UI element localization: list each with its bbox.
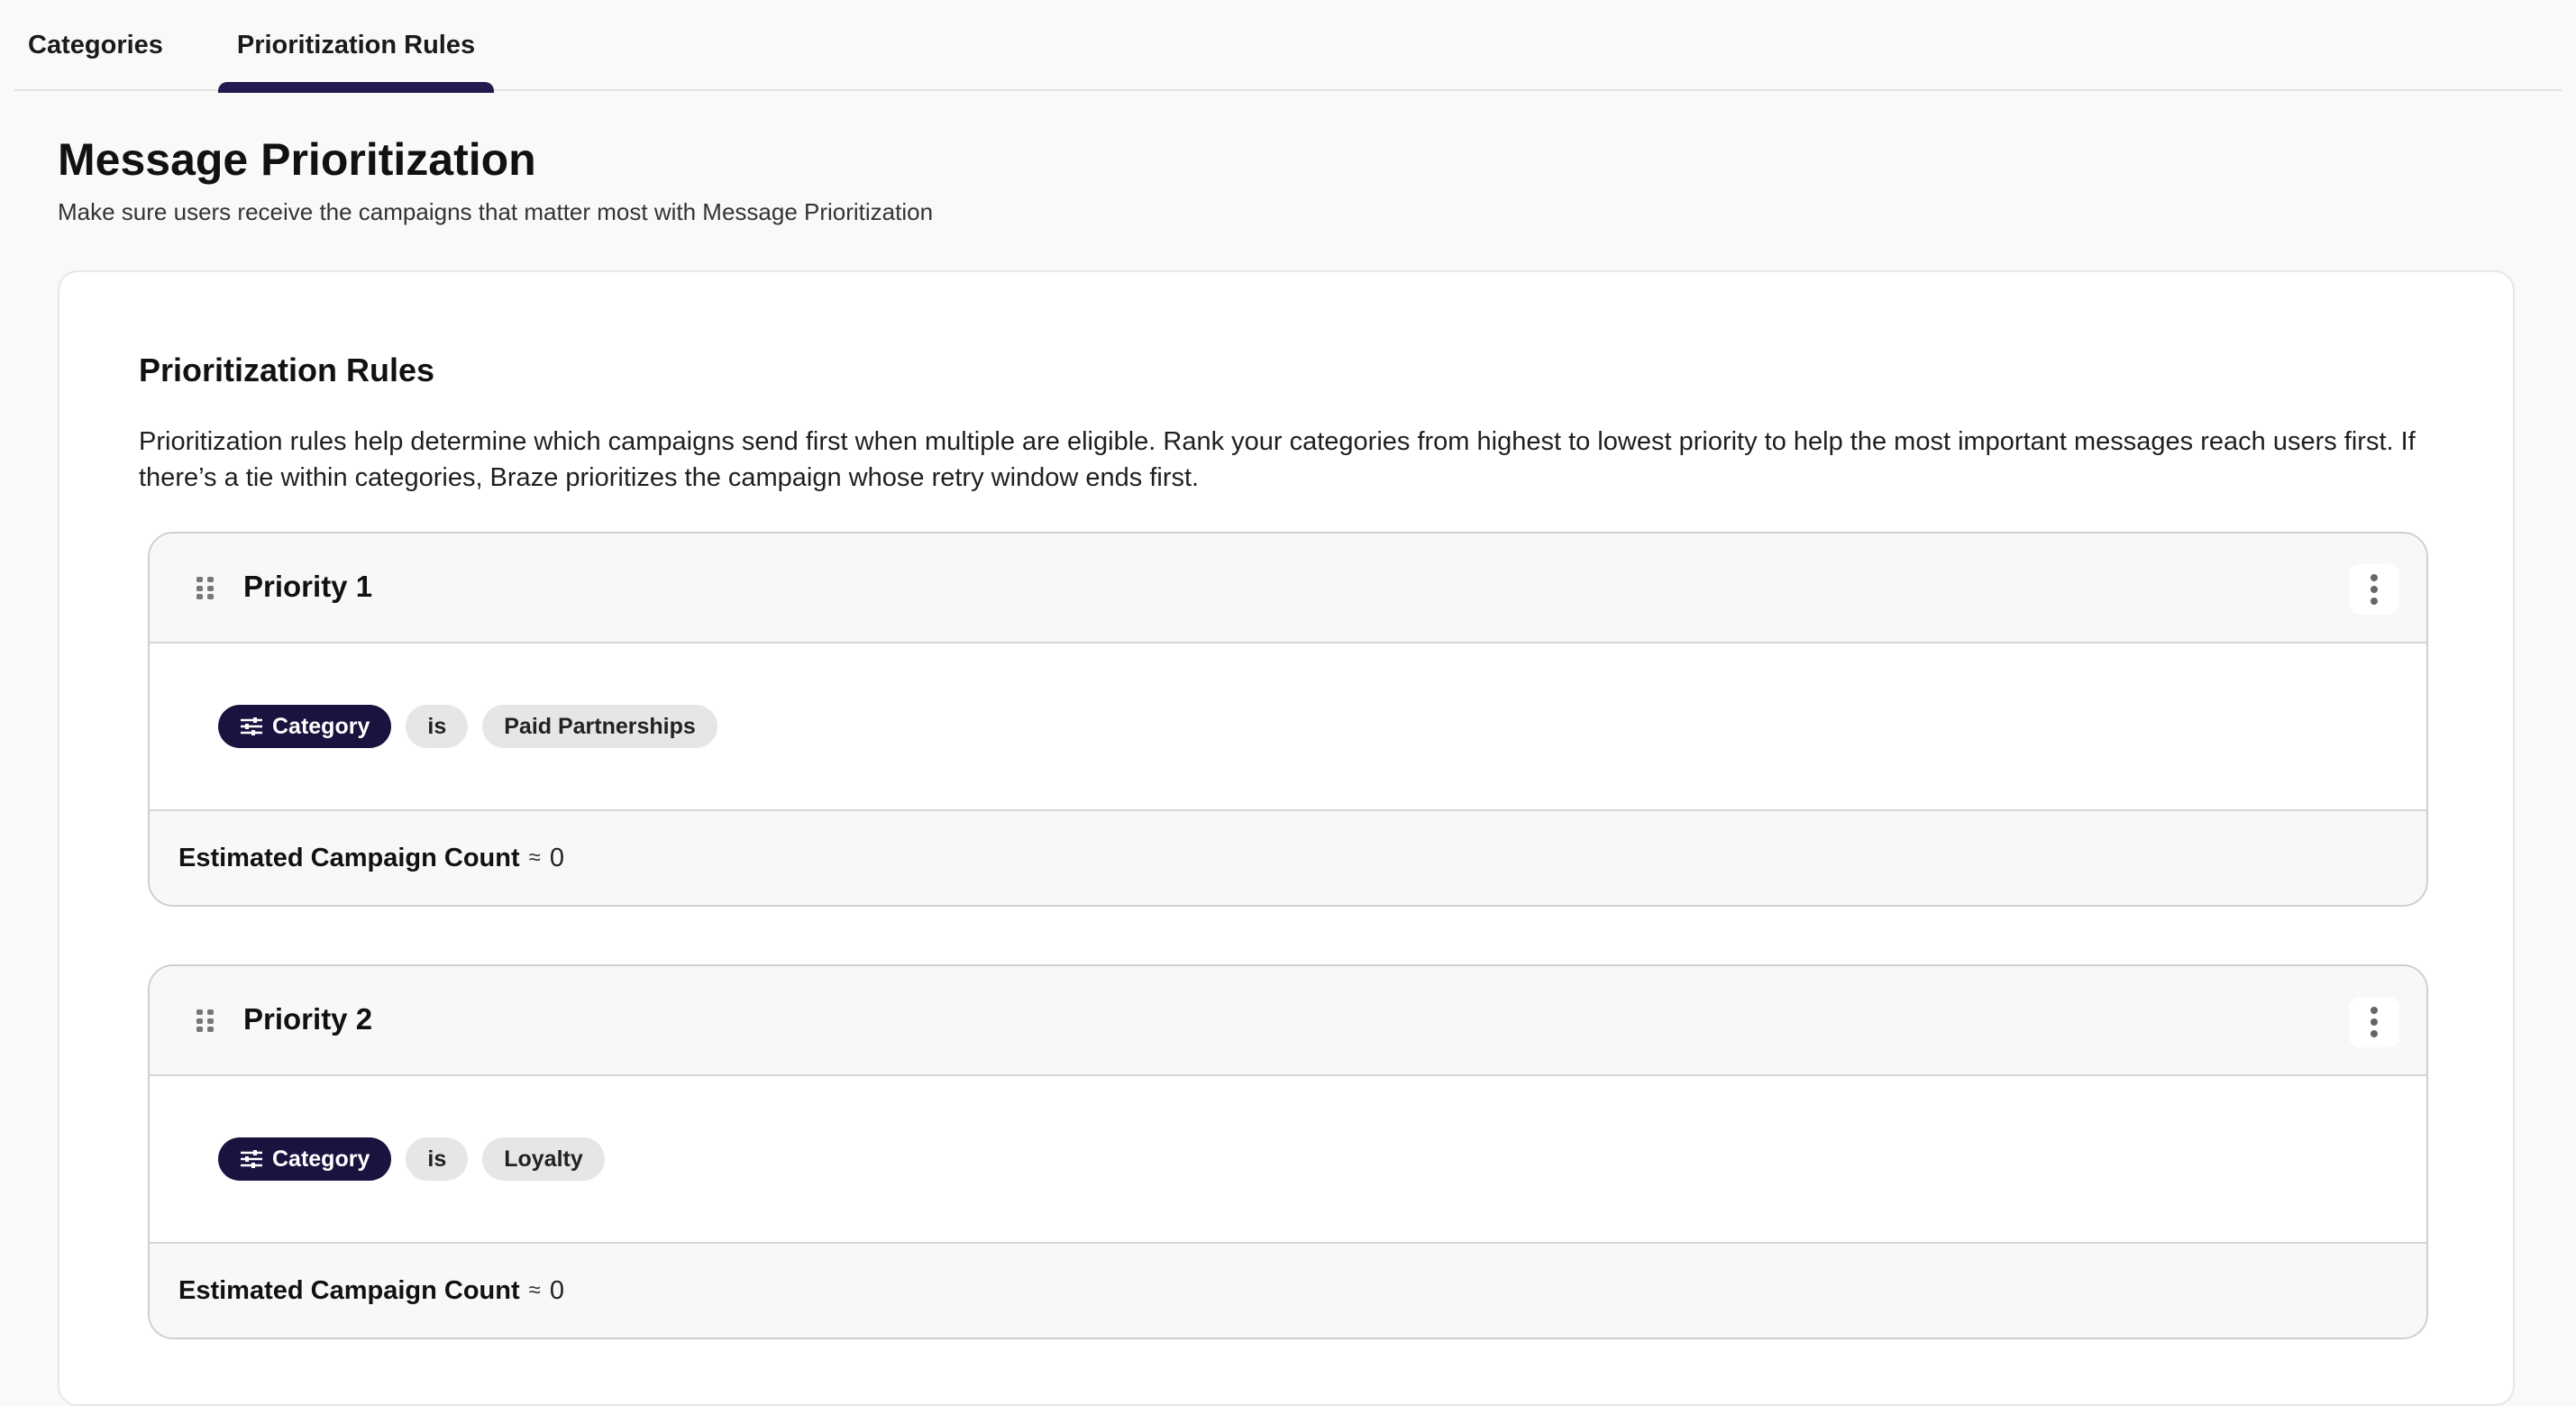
tab-bar: Categories Prioritization Rules (14, 0, 2562, 93)
estimated-count-label: Estimated Campaign Count (178, 843, 520, 872)
estimated-count-value: 0 (549, 1275, 564, 1305)
more-vertical-icon[interactable] (2349, 564, 2399, 615)
filter-operator-chip[interactable]: is (406, 705, 469, 748)
estimated-count-label: Estimated Campaign Count (178, 1275, 520, 1305)
rule-title: Priority 2 (243, 1002, 373, 1036)
sliders-icon (241, 717, 262, 735)
filter-value-chip[interactable]: Paid Partnerships (482, 705, 717, 748)
page-title: Message Prioritization (58, 134, 536, 185)
filter-value-chip[interactable]: Loyalty (482, 1137, 605, 1181)
approx-symbol: ≈ (528, 845, 541, 870)
filter-field-label: Category (272, 1146, 370, 1172)
tab-categories[interactable]: Categories (14, 0, 177, 91)
drag-handle-icon[interactable] (196, 577, 215, 600)
sliders-icon (241, 1150, 262, 1168)
filter-field-chip[interactable]: Category (218, 1137, 392, 1181)
rule-header: Priority 1 (150, 534, 2426, 644)
page-subtitle: Make sure users receive the campaigns th… (58, 198, 934, 225)
priority-rule: Priority 2 Category is Loyalty Estimated… (148, 964, 2428, 1339)
filter-value-label: Paid Partnerships (504, 713, 696, 739)
filter-operator-label: is (427, 1146, 447, 1172)
prioritization-rules-card: Prioritization Rules Prioritization rule… (58, 270, 2515, 1406)
filter-operator-chip[interactable]: is (406, 1137, 469, 1181)
tab-prioritization-rules-label: Prioritization Rules (236, 31, 476, 59)
rule-footer: Estimated Campaign Count ≈ 0 (150, 811, 2426, 905)
rule-header: Priority 2 (150, 966, 2426, 1076)
estimated-count-value: 0 (549, 843, 564, 872)
drag-handle-icon[interactable] (196, 1009, 215, 1033)
rule-title: Priority 1 (243, 570, 373, 603)
card-title: Prioritization Rules (139, 352, 435, 388)
filter-field-label: Category (272, 713, 370, 739)
approx-symbol: ≈ (528, 1278, 541, 1302)
active-tab-indicator (218, 82, 494, 93)
filter-field-chip[interactable]: Category (218, 705, 392, 748)
rule-conditions: Category is Loyalty (150, 1076, 2426, 1244)
rule-footer: Estimated Campaign Count ≈ 0 (150, 1244, 2426, 1338)
tab-categories-label: Categories (28, 31, 163, 59)
priority-rule: Priority 1 Category is Paid Partnerships… (148, 532, 2428, 907)
more-vertical-icon[interactable] (2349, 997, 2399, 1047)
rule-conditions: Category is Paid Partnerships (150, 644, 2426, 811)
card-description: Prioritization rules help determine whic… (139, 427, 2416, 492)
filter-operator-label: is (427, 713, 447, 739)
filter-value-label: Loyalty (504, 1146, 583, 1172)
tab-prioritization-rules[interactable]: Prioritization Rules (218, 0, 494, 93)
